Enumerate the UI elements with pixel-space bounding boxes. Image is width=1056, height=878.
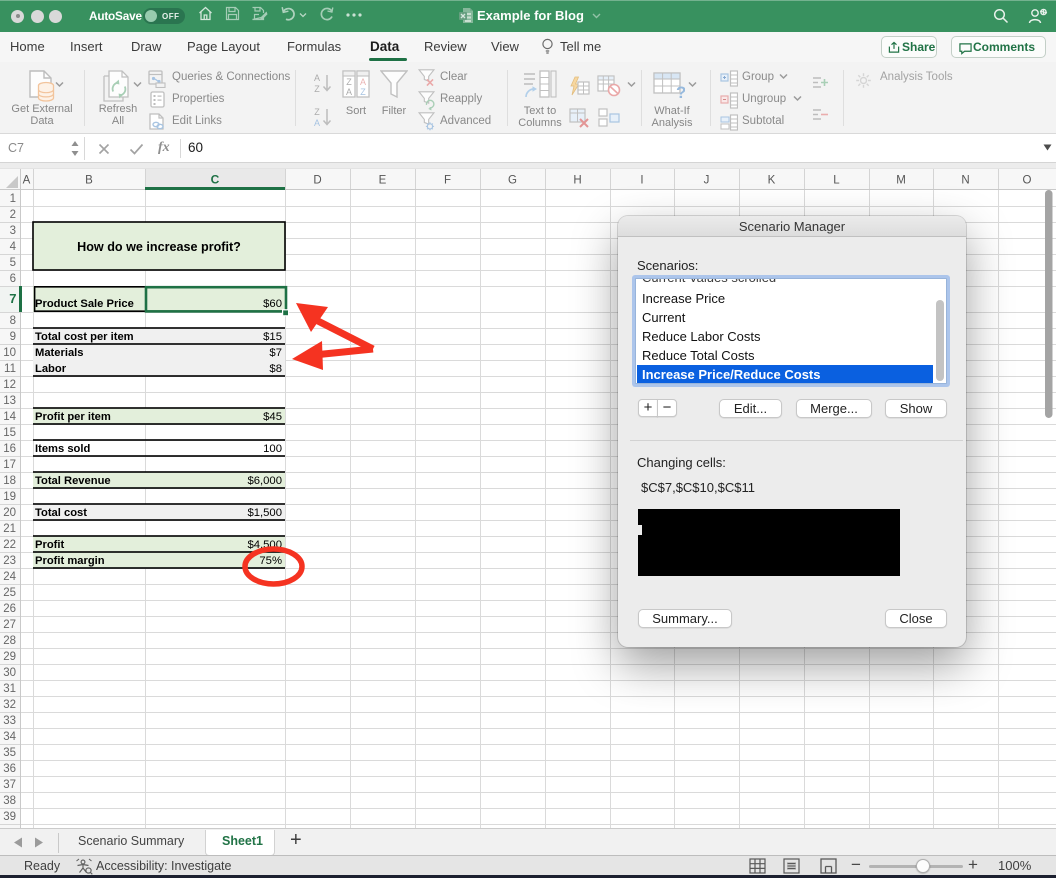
svg-text:15: 15: [3, 427, 16, 439]
svg-text:Z: Z: [360, 87, 366, 97]
svg-text:27: 27: [3, 619, 16, 631]
svg-text:A: A: [23, 175, 31, 187]
svg-text:Profit margin: Profit margin: [35, 555, 105, 567]
svg-text:$1,500: $1,500: [247, 507, 282, 519]
svg-text:36: 36: [3, 763, 16, 775]
svg-text:B: B: [85, 175, 93, 187]
svg-text:31: 31: [3, 683, 16, 695]
svg-text:H: H: [573, 175, 581, 187]
svg-text:38: 38: [3, 795, 16, 807]
svg-text:$45: $45: [263, 411, 282, 423]
svg-text:14: 14: [3, 411, 16, 423]
svg-text:29: 29: [3, 651, 16, 663]
svg-text:21: 21: [3, 523, 16, 535]
svg-text:D: D: [313, 175, 321, 187]
svg-text:30: 30: [3, 667, 16, 679]
svg-text:20: 20: [3, 507, 16, 519]
svg-text:Total cost: Total cost: [35, 507, 87, 519]
svg-text:75%: 75%: [259, 555, 282, 567]
svg-text:3: 3: [10, 225, 16, 237]
svg-text:$60: $60: [263, 298, 282, 310]
svg-text:8: 8: [10, 315, 16, 327]
svg-text:18: 18: [3, 475, 16, 487]
svg-text:39: 39: [3, 811, 16, 823]
svg-text:19: 19: [3, 491, 16, 503]
svg-text:?: ?: [676, 83, 685, 100]
svg-text:N: N: [961, 175, 969, 187]
svg-text:$8: $8: [269, 363, 282, 375]
svg-text:M: M: [896, 175, 906, 187]
svg-text:Profit: Profit: [35, 539, 64, 551]
svg-text:A: A: [314, 73, 320, 83]
svg-text:11: 11: [4, 363, 16, 375]
svg-text:Total cost per item: Total cost per item: [35, 331, 134, 343]
svg-text:$6,000: $6,000: [247, 475, 282, 487]
svg-text:G: G: [508, 175, 517, 187]
svg-text:Materials: Materials: [35, 347, 84, 359]
svg-text:10: 10: [3, 347, 16, 359]
svg-text:L: L: [833, 175, 840, 187]
svg-text:34: 34: [3, 731, 16, 743]
svg-text:Product Sale Price: Product Sale Price: [35, 298, 134, 310]
svg-text:22: 22: [3, 539, 16, 551]
svg-text:23: 23: [3, 555, 16, 567]
svg-text:O: O: [1023, 175, 1032, 187]
svg-text:7: 7: [9, 291, 16, 306]
svg-text:Total Revenue: Total Revenue: [35, 475, 111, 487]
svg-text:33: 33: [3, 715, 16, 727]
svg-text:24: 24: [3, 571, 16, 583]
svg-text:C: C: [211, 173, 220, 187]
svg-text:Z: Z: [346, 77, 352, 87]
svg-text:Z: Z: [314, 107, 320, 117]
svg-text:4: 4: [10, 241, 17, 253]
svg-text:12: 12: [3, 379, 16, 391]
svg-text:Profit per item: Profit per item: [35, 411, 111, 423]
svg-text:37: 37: [3, 779, 16, 791]
svg-text:K: K: [768, 175, 776, 187]
svg-text:F: F: [444, 175, 451, 187]
svg-text:9: 9: [10, 331, 16, 343]
svg-text:25: 25: [3, 587, 16, 599]
svg-text:6: 6: [10, 273, 16, 285]
svg-text:17: 17: [3, 459, 16, 471]
svg-text:Z: Z: [314, 84, 320, 94]
svg-text:$15: $15: [263, 331, 282, 343]
svg-text:1: 1: [10, 193, 16, 205]
svg-text:35: 35: [3, 747, 16, 759]
svg-text:Labor: Labor: [35, 363, 67, 375]
svg-text:J: J: [704, 175, 710, 187]
svg-text:32: 32: [3, 699, 16, 711]
svg-text:A: A: [360, 77, 366, 87]
svg-text:2: 2: [10, 209, 16, 221]
svg-text:E: E: [379, 175, 387, 187]
svg-text:28: 28: [3, 635, 16, 647]
svg-text:16: 16: [3, 443, 16, 455]
svg-text:5: 5: [10, 257, 16, 269]
svg-text:26: 26: [3, 603, 16, 615]
svg-text:13: 13: [3, 395, 16, 407]
svg-text:Items sold: Items sold: [35, 443, 90, 455]
svg-text:A: A: [346, 87, 352, 97]
svg-text:A: A: [314, 118, 320, 128]
svg-text:$7: $7: [269, 347, 282, 359]
svg-text:100: 100: [263, 443, 282, 455]
svg-text:I: I: [640, 175, 643, 187]
svg-text:How do we increase profit?: How do we increase profit?: [77, 240, 241, 254]
